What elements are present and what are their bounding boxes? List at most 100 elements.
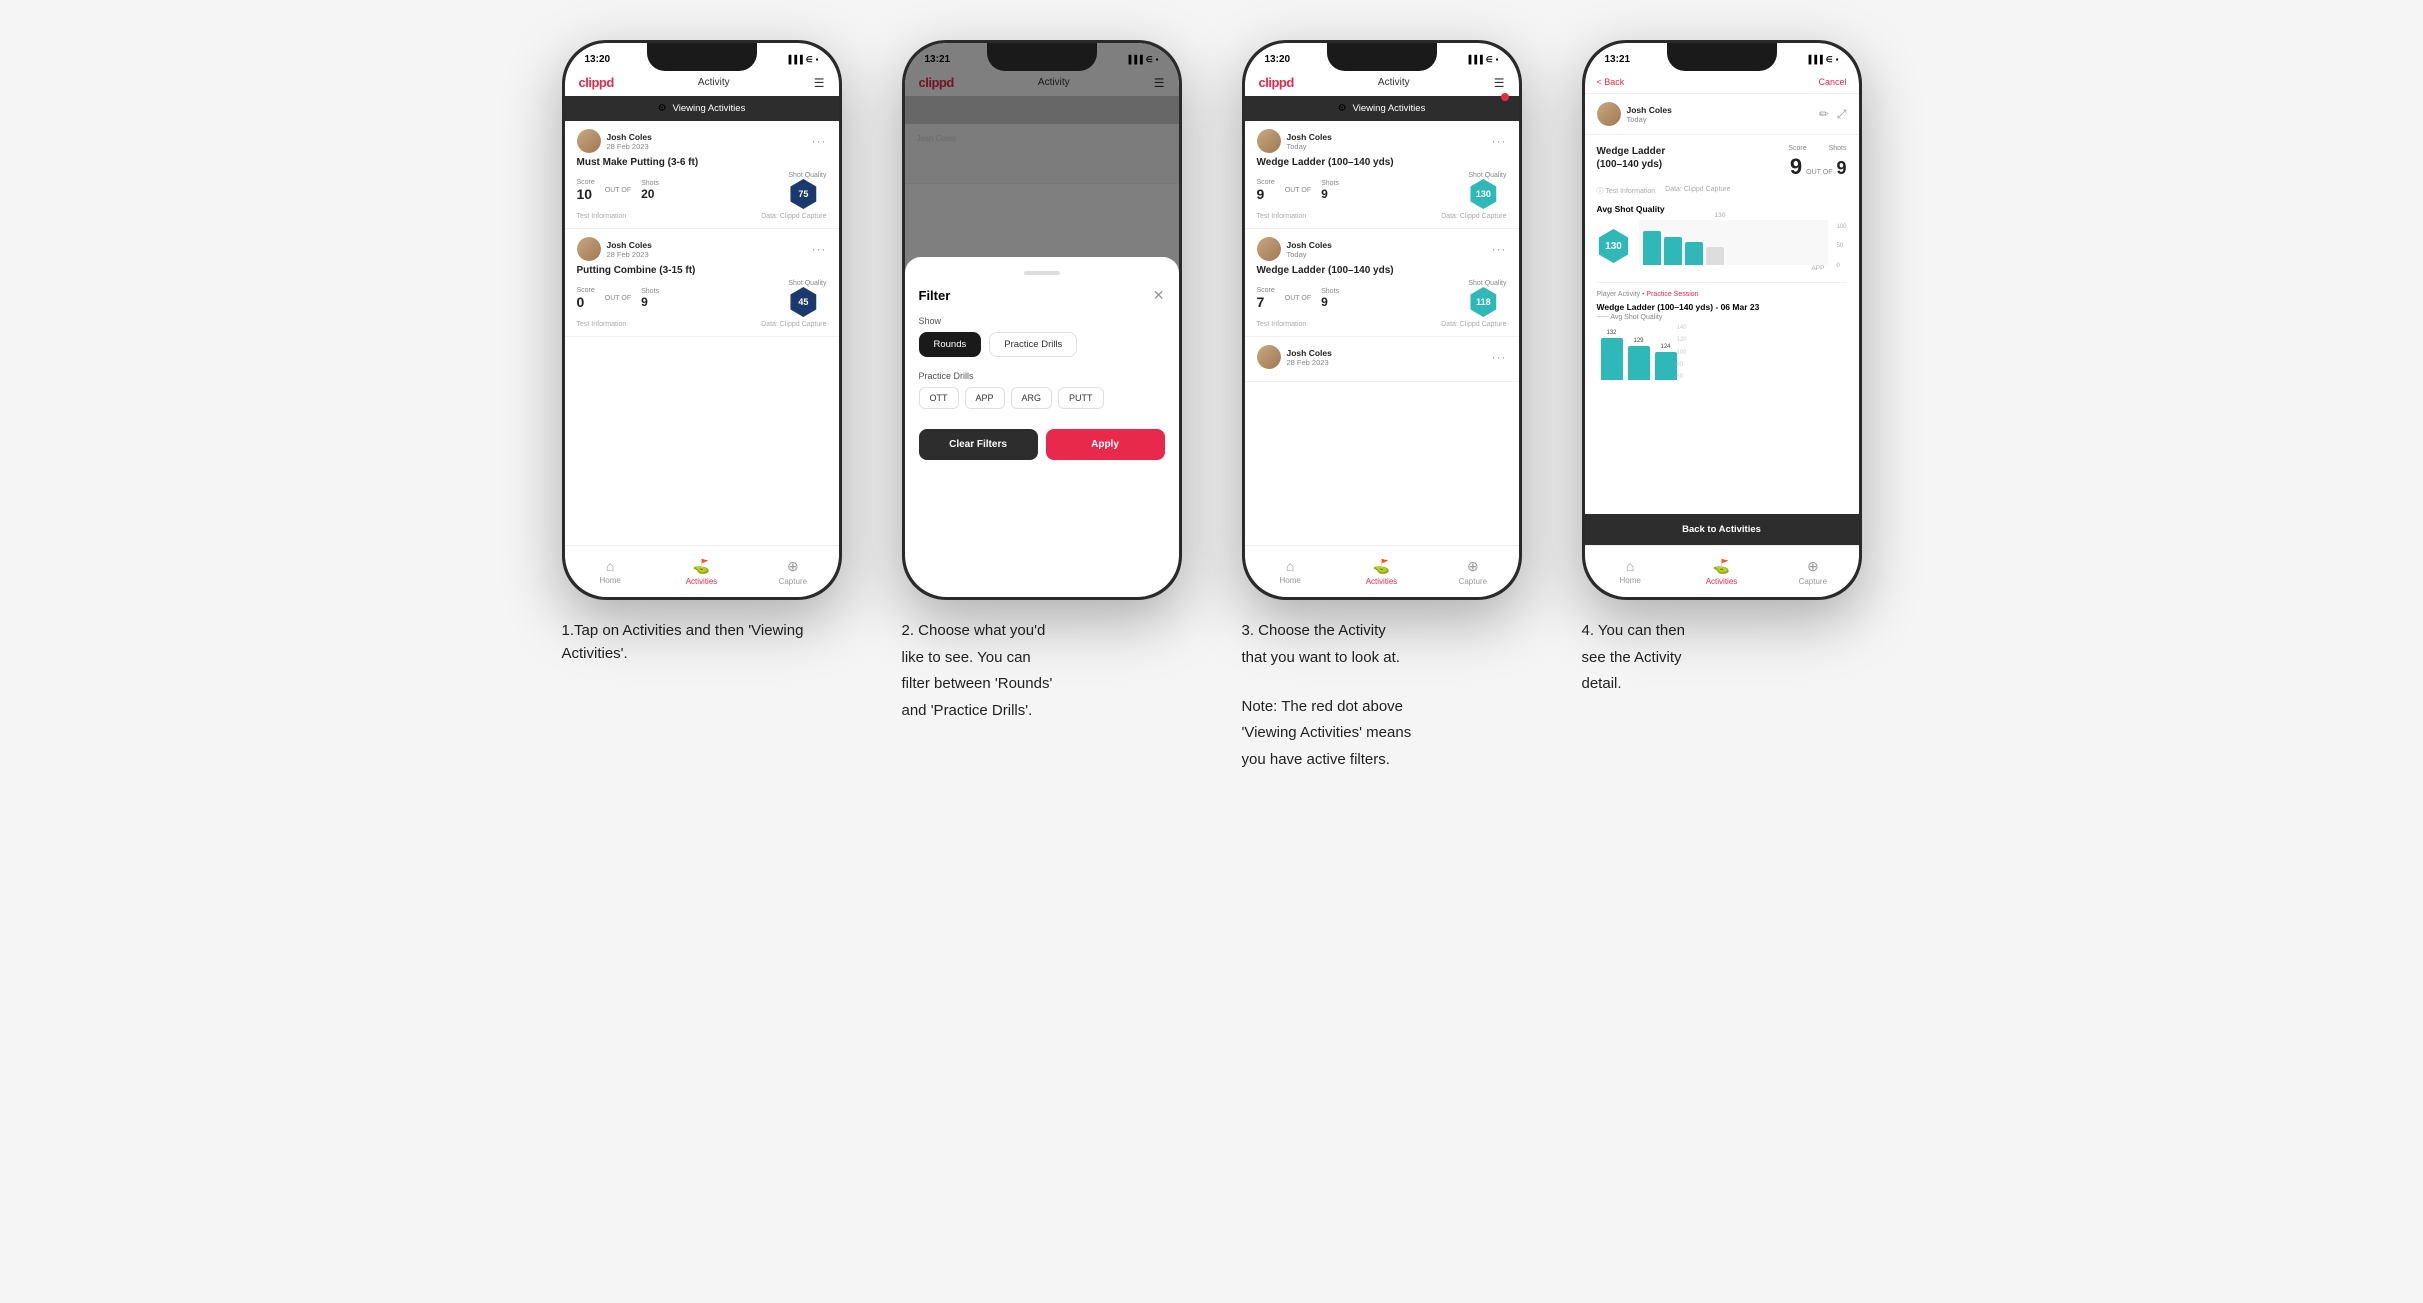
drill-ott[interactable]: OTT — [919, 387, 959, 409]
apply-btn[interactable]: Apply — [1046, 429, 1165, 460]
drill-app[interactable]: APP — [965, 387, 1005, 409]
avatar-3c — [1257, 345, 1281, 369]
phone-1: 13:20 ▐▐▐ ∈ ▪ clippd Activity ☰ ⚙ View — [562, 40, 842, 600]
status-icons-4: ▐▐▐ ∈ ▪ — [1806, 55, 1839, 64]
filter-type-buttons: Rounds Practice Drills — [919, 332, 1165, 357]
nav-capture-4[interactable]: ⊕ Capture — [1767, 546, 1858, 597]
caption-3-l5: 'Viewing Activities' means — [1242, 722, 1522, 745]
drill-putt[interactable]: PUTT — [1058, 387, 1104, 409]
more-icon-3b[interactable]: ··· — [1492, 242, 1507, 256]
nav-capture-1[interactable]: ⊕ Capture — [747, 546, 838, 597]
nav-activities-3[interactable]: ⛳ Activities — [1336, 546, 1427, 597]
user-date-3c: 28 Feb 2023 — [1287, 358, 1332, 367]
back-activities-btn[interactable]: Back to Activities — [1585, 514, 1859, 545]
test-info-2: Test Information — [577, 321, 627, 328]
user-name-3c: Josh Coles — [1287, 348, 1332, 358]
phone-screen-3: 13:20 ▐▐▐ ∈ ▪ clippd Activity ☰ ⚙ View — [1245, 43, 1519, 597]
detail-content-4: Wedge Ladder(100–140 yds) Score Shots 9 … — [1585, 135, 1859, 390]
step-1-container: 13:20 ▐▐▐ ∈ ▪ clippd Activity ☰ ⚙ View — [547, 40, 857, 669]
score-label-3a: Score — [1257, 179, 1275, 186]
more-icon-3c[interactable]: ··· — [1492, 350, 1507, 364]
rounds-btn[interactable]: Rounds — [919, 332, 982, 357]
menu-icon-1[interactable]: ☰ — [814, 76, 825, 90]
caption-4-l1: 4. You can then — [1582, 620, 1862, 643]
nav-activities-1[interactable]: ⛳ Activities — [656, 546, 747, 597]
nav-capture-3[interactable]: ⊕ Capture — [1427, 546, 1518, 597]
filter-close-btn[interactable]: ✕ — [1153, 287, 1165, 304]
activity-card-3a[interactable]: Josh Coles Today ··· Wedge Ladder (100–1… — [1245, 121, 1519, 229]
session-section-4: Player Activity • Practice Session Wedge… — [1597, 282, 1847, 380]
session-type-4: Practice Session — [1646, 291, 1698, 298]
card-footer-1: Test Information Data: Clippd Capture — [577, 213, 827, 220]
user-details-3a: Josh Coles Today — [1287, 132, 1332, 151]
app-header-3: clippd Activity ☰ — [1245, 71, 1519, 96]
user-name-3b: Josh Coles — [1287, 240, 1332, 250]
status-icons-1: ▐▐▐ ∈ ▪ — [786, 55, 819, 64]
filter-handle — [1024, 271, 1060, 275]
nav-home-1[interactable]: ⌂ Home — [565, 546, 656, 597]
back-btn-4[interactable]: < Back — [1597, 77, 1625, 87]
y-labels-4: 100 50 0 — [1836, 224, 1846, 269]
nav-activities-4[interactable]: ⛳ Activities — [1676, 546, 1767, 597]
detail-info2-4: Data: Clippd Capture — [1665, 186, 1730, 196]
sq-hex-main-4: 130 — [1597, 229, 1631, 263]
phone-notch-1 — [647, 43, 757, 71]
more-icon-2[interactable]: ··· — [812, 242, 827, 256]
caption-4-l2: see the Activity — [1582, 647, 1862, 670]
drill-title-text: Wedge Ladder(100–140 yds) — [1597, 145, 1666, 171]
user-name-2: Josh Coles — [607, 240, 652, 250]
step-1-caption: 1.Tap on Activities and then 'Viewing Ac… — [562, 620, 842, 669]
detail-user-date-4: Today — [1627, 115, 1672, 124]
card-header-3b: Josh Coles Today ··· — [1257, 237, 1507, 261]
detail-drill-title-4: Wedge Ladder(100–140 yds) — [1597, 145, 1666, 171]
caption-3-l2: that you want to look at. — [1242, 647, 1522, 670]
capture-label-4: Capture — [1799, 577, 1827, 586]
practice-drills-btn[interactable]: Practice Drills — [989, 332, 1077, 357]
session-bar-label-2: 129 — [1633, 338, 1643, 344]
wifi-icon-3: ∈ — [1486, 55, 1493, 64]
screen-content-1: Josh Coles 28 Feb 2023 ··· Must Make Put… — [565, 121, 839, 597]
score-shots-labels-4: Score Shots — [1788, 145, 1846, 152]
home-label-3: Home — [1279, 576, 1300, 585]
data-source-2: Data: Clippd Capture — [761, 321, 826, 328]
bottom-nav-4: ⌂ Home ⛳ Activities ⊕ Capture — [1585, 545, 1859, 597]
detail-info-row-4: ⓘ Test Information Data: Clippd Capture — [1597, 186, 1847, 196]
activity-card-3c[interactable]: Josh Coles 28 Feb 2023 ··· — [1245, 337, 1519, 382]
home-icon-1: ⌂ — [606, 558, 614, 574]
user-details-3c: Josh Coles 28 Feb 2023 — [1287, 348, 1332, 367]
test-info-3b: Test Information — [1257, 321, 1307, 328]
drill-arg[interactable]: ARG — [1011, 387, 1053, 409]
activity-card-1[interactable]: Josh Coles 28 Feb 2023 ··· Must Make Put… — [565, 121, 839, 229]
more-icon-1[interactable]: ··· — [812, 134, 827, 148]
signal-icon-4: ▐▐▐ — [1806, 55, 1823, 64]
expand-icon-4[interactable]: ⤢ — [1837, 107, 1847, 122]
test-info-3a: Test Information — [1257, 213, 1307, 220]
step-2-container: 13:21 ▐▐▐ ∈ ▪ clippd Activity ☰ — [887, 40, 1197, 726]
more-icon-3a[interactable]: ··· — [1492, 134, 1507, 148]
nav-home-3[interactable]: ⌂ Home — [1245, 546, 1336, 597]
stats-row-3b: Score 7 OUT OF Shots 9 Shot Quality 118 — [1257, 280, 1507, 317]
battery-icon-4: ▪ — [1836, 55, 1839, 64]
edit-icon-4[interactable]: ✏ — [1819, 107, 1829, 122]
cancel-btn-4[interactable]: Cancel — [1818, 77, 1846, 87]
user-details-3b: Josh Coles Today — [1287, 240, 1332, 259]
sq-label-3b: Shot Quality — [1468, 280, 1506, 287]
viewing-banner-1[interactable]: ⚙ Viewing Activities — [565, 96, 839, 121]
menu-icon-3[interactable]: ☰ — [1494, 76, 1505, 90]
sq-label-1: Shot Quality — [788, 172, 826, 179]
shots-value-3b: 9 — [1321, 295, 1339, 309]
clear-filters-btn[interactable]: Clear Filters — [919, 429, 1038, 460]
step-4-caption: 4. You can then see the Activity detail. — [1582, 620, 1862, 700]
viewing-banner-3[interactable]: ⚙ Viewing Activities — [1245, 96, 1519, 121]
activity-card-3b[interactable]: Josh Coles Today ··· Wedge Ladder (100–1… — [1245, 229, 1519, 337]
capture-icon-1: ⊕ — [787, 558, 799, 575]
sy-120: 120 — [1677, 337, 1687, 343]
activity-title-3b: Wedge Ladder (100–140 yds) — [1257, 265, 1507, 276]
nav-home-4[interactable]: ⌂ Home — [1585, 546, 1676, 597]
activities-label-1: Activities — [686, 577, 718, 586]
user-info-2: Josh Coles 28 Feb 2023 — [577, 237, 652, 261]
app-header-1: clippd Activity ☰ — [565, 71, 839, 96]
activity-card-2[interactable]: Josh Coles 28 Feb 2023 ··· Putting Combi… — [565, 229, 839, 337]
activities-label-3: Activities — [1366, 577, 1398, 586]
card-header-2: Josh Coles 28 Feb 2023 ··· — [577, 237, 827, 261]
